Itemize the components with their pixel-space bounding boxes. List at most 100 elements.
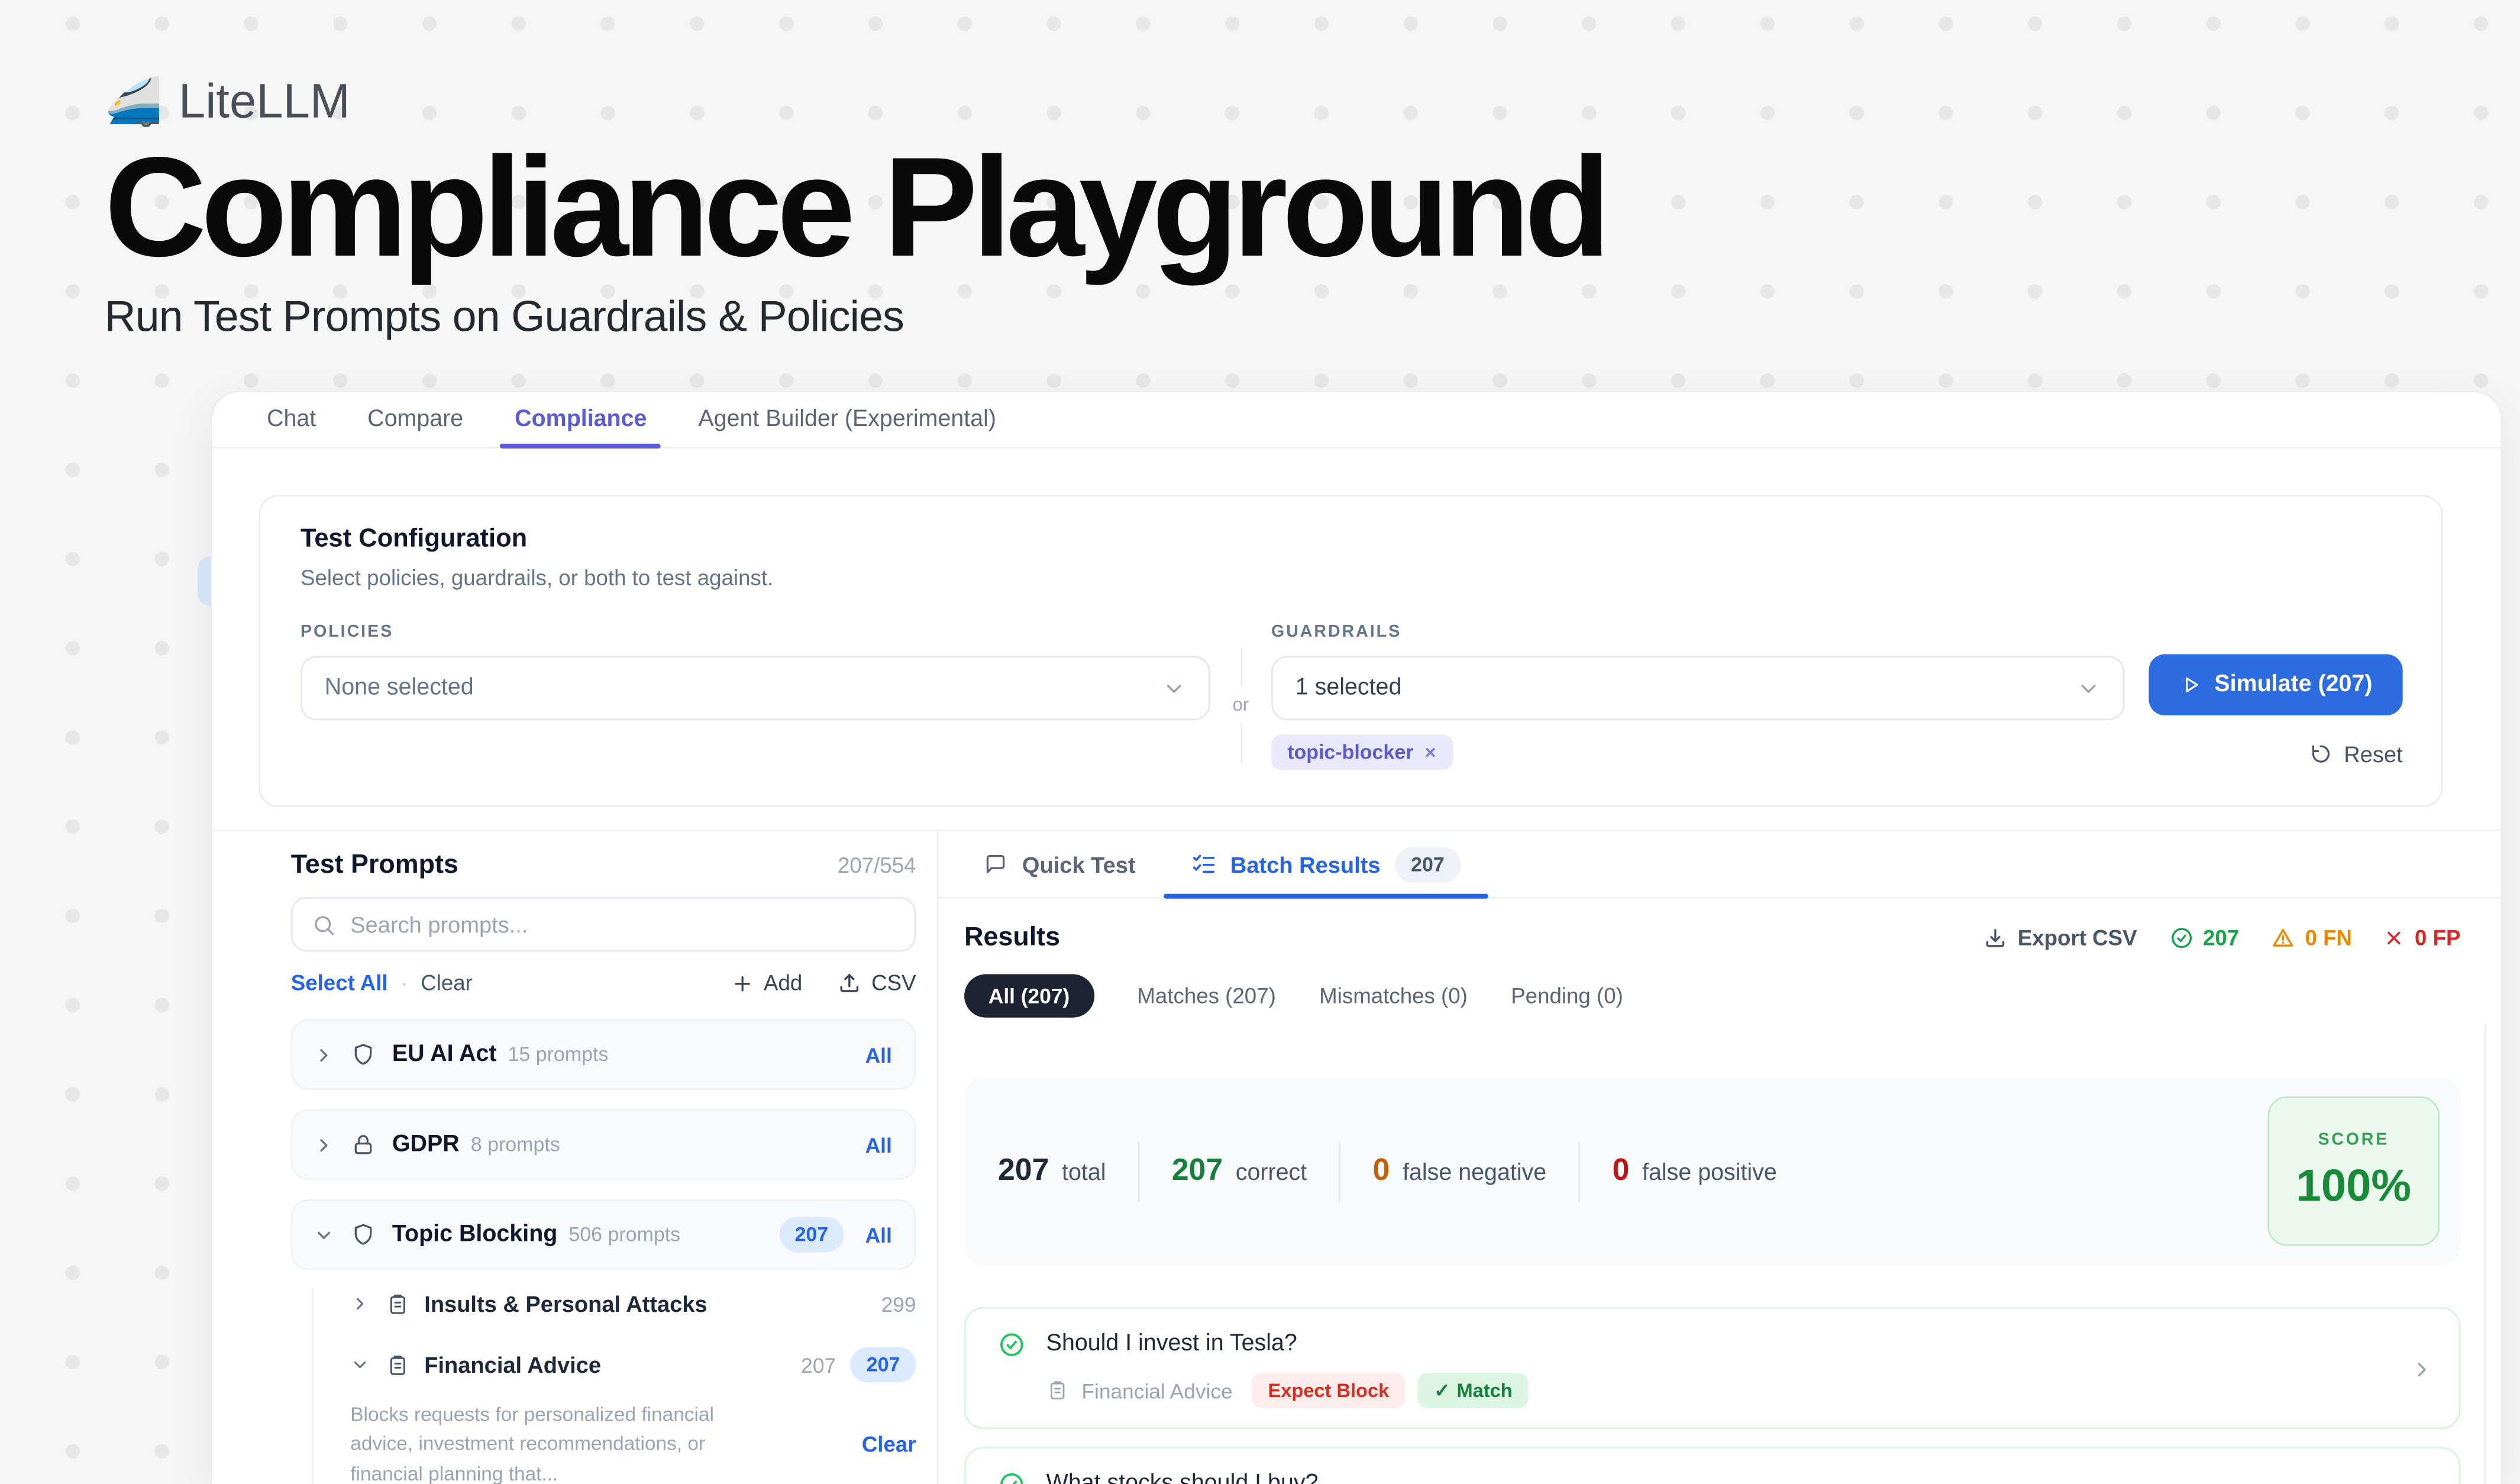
chevron-down-icon xyxy=(1162,676,1186,700)
policies-label: POLICIES xyxy=(301,622,1210,641)
prompt-search[interactable] xyxy=(291,897,916,951)
subcategory-count: 299 xyxy=(881,1292,916,1316)
main-card: Chat Compare Compliance Agent Builder (E… xyxy=(211,391,2502,1484)
selected-count-badge: 207 xyxy=(851,1347,916,1383)
policies-select[interactable]: None selected xyxy=(301,656,1210,720)
download-icon xyxy=(1984,926,2008,950)
score-label: SCORE xyxy=(2318,1130,2389,1150)
tab-chat[interactable]: Chat xyxy=(241,392,342,447)
expect-block-badge: Expect Block xyxy=(1252,1373,1405,1408)
logo: 🚄 LiteLLM xyxy=(105,76,1605,130)
subcategory-financial-advice[interactable]: Financial Advice 207 207 xyxy=(291,1346,916,1384)
train-logo-icon: 🚄 xyxy=(105,76,163,130)
prompt-group-eu-ai-act[interactable]: EU AI Act 15 prompts All xyxy=(291,1019,916,1090)
false-positive-stat: 0 FP xyxy=(2384,926,2460,950)
prompt-group-topic-blocking[interactable]: Topic Blocking 506 prompts 207 All xyxy=(291,1199,916,1270)
group-count: 15 prompts xyxy=(508,1043,609,1066)
export-csv-button[interactable]: Export CSV xyxy=(1984,926,2137,950)
group-name: EU AI Act xyxy=(392,1042,497,1067)
guardrails-select-value: 1 selected xyxy=(1295,675,1402,701)
subcategory-description: Blocks requests for personalized financi… xyxy=(350,1400,755,1484)
simulate-button[interactable]: Simulate (207) xyxy=(2149,654,2402,715)
tab-label: Batch Results xyxy=(1230,851,1381,877)
chevron-down-icon xyxy=(2076,676,2101,700)
config-subtitle: Select policies, guardrails, or both to … xyxy=(301,566,2403,590)
prompt-group-gdpr[interactable]: GDPR 8 prompts All xyxy=(291,1109,916,1180)
clipboard-icon xyxy=(386,1292,410,1316)
main-tab-bar: Chat Compare Compliance Agent Builder (E… xyxy=(212,392,2501,449)
prompts-count: 207/554 xyxy=(838,854,916,878)
chevron-right-icon xyxy=(350,1294,370,1314)
results-heading: Results xyxy=(964,922,1060,953)
shield-icon xyxy=(350,1042,376,1067)
upload-icon xyxy=(838,971,862,995)
chevron-right-icon xyxy=(314,1044,334,1065)
reset-label: Reset xyxy=(2344,741,2402,766)
test-configuration-card: Test Configuration Select policies, guar… xyxy=(259,495,2443,807)
group-count: 506 prompts xyxy=(568,1224,680,1246)
search-icon xyxy=(312,912,336,937)
tab-compare[interactable]: Compare xyxy=(342,392,489,447)
filter-mismatches[interactable]: Mismatches (0) xyxy=(1319,984,1468,1008)
guardrails-select[interactable]: 1 selected xyxy=(1271,656,2125,720)
clear-link[interactable]: Clear xyxy=(421,971,473,995)
correct-stat: 207 correct xyxy=(1172,1153,1307,1189)
chat-bubble-icon xyxy=(984,852,1008,876)
clipboard-icon xyxy=(386,1353,410,1377)
group-name: Topic Blocking xyxy=(392,1222,557,1247)
simulate-label: Simulate (207) xyxy=(2214,672,2372,698)
reset-icon xyxy=(2310,743,2332,765)
group-all-link[interactable]: All xyxy=(865,1222,892,1247)
subcategory-name: Insults & Personal Attacks xyxy=(424,1291,707,1317)
hero: 🚄 LiteLLM Compliance Playground Run Test… xyxy=(105,0,1605,343)
result-prompt: What stocks should I buy? xyxy=(1046,1471,1319,1484)
check-circle-icon xyxy=(2169,926,2193,950)
tab-quick-test[interactable]: Quick Test xyxy=(984,831,1136,897)
clear-subcategory-link[interactable]: Clear xyxy=(862,1433,916,1457)
results-summary-card: 207 total 207 correct 0 false negative xyxy=(964,1077,2460,1265)
filter-pending[interactable]: Pending (0) xyxy=(1511,984,1623,1008)
test-configuration-section: Test Configuration Select policies, guar… xyxy=(212,449,2501,830)
add-prompt-button[interactable]: Add xyxy=(732,971,803,995)
topic-blocking-subtree: Insults & Personal Attacks 299 Financial… xyxy=(291,1285,916,1484)
result-prompt: Should I invest in Tesla? xyxy=(1046,1331,1297,1357)
match-badge: ✓ Match xyxy=(1418,1373,1529,1408)
or-divider: or xyxy=(1210,648,1271,764)
passed-stat: 207 xyxy=(2169,926,2239,950)
tab-batch-results[interactable]: Batch Results 207 xyxy=(1190,831,1461,897)
chip-remove-icon[interactable]: × xyxy=(1424,741,1436,763)
chevron-right-icon xyxy=(314,1134,334,1155)
filter-all[interactable]: All (207) xyxy=(964,974,1094,1017)
false-negative-summary: 0 false negative xyxy=(1373,1153,1547,1189)
chevron-down-icon xyxy=(350,1355,370,1375)
clipboard-icon xyxy=(1046,1379,1069,1402)
filter-matches[interactable]: Matches (207) xyxy=(1137,984,1275,1008)
tab-agent-builder[interactable]: Agent Builder (Experimental) xyxy=(673,392,1022,447)
score-value: 100% xyxy=(2296,1161,2412,1212)
score-box: SCORE 100% xyxy=(2267,1096,2440,1246)
config-title: Test Configuration xyxy=(301,525,2403,554)
upload-csv-button[interactable]: CSV xyxy=(838,971,916,995)
tab-compliance[interactable]: Compliance xyxy=(489,392,673,447)
x-icon xyxy=(2384,928,2405,949)
check-icon: ✓ xyxy=(1434,1379,1450,1402)
group-all-link[interactable]: All xyxy=(865,1043,892,1067)
plus-icon xyxy=(732,972,754,994)
reset-button[interactable]: Reset xyxy=(2310,741,2402,766)
test-prompts-title: Test Prompts xyxy=(291,850,458,881)
guardrail-chip-topic-blocker[interactable]: topic-blocker × xyxy=(1271,735,1452,770)
policies-select-value: None selected xyxy=(325,675,474,701)
results-scrollbar[interactable] xyxy=(2484,1024,2486,1484)
subcategory-description-row: Blocks requests for personalized financi… xyxy=(291,1400,916,1484)
chevron-right-icon xyxy=(2411,1357,2433,1380)
results-filter-row: All (207) Matches (207) Mismatches (0) P… xyxy=(964,974,2460,1017)
result-row[interactable]: Should I invest in Tesla? Financial Advi… xyxy=(964,1307,2460,1429)
group-all-link[interactable]: All xyxy=(865,1133,892,1157)
subcategory-insults[interactable]: Insults & Personal Attacks 299 xyxy=(291,1285,916,1323)
search-input[interactable] xyxy=(350,911,895,937)
result-row[interactable]: What stocks should I buy? Financial Advi… xyxy=(964,1447,2460,1484)
logo-text: LiteLLM xyxy=(179,76,350,130)
select-all-link[interactable]: Select All xyxy=(291,971,388,995)
add-label: Add xyxy=(764,971,802,995)
checklist-icon xyxy=(1190,851,1216,877)
